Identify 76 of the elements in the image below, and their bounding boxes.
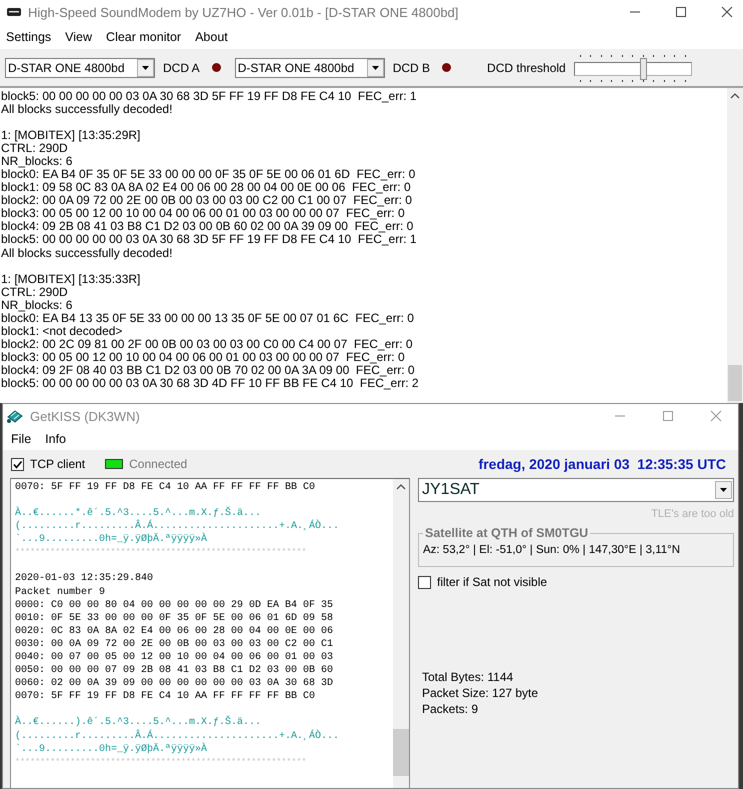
log-line: 0050: 00 00 00 07 09 2B 08 41 03 B8 C1 D2 03 00 0B 60 — [15, 664, 334, 678]
log-line: block0: EA B4 0F 35 0F 5E 33 00 00 00 0F 35 0F 5E 00 06 01 6D FEC_err: 0 — [1, 168, 416, 182]
log-line: 0030: 00 0A 09 72 00 2E 00 0B 00 03 00 03 00 C2 00 C1 — [15, 638, 334, 652]
log-line: NR_blocks: 6 — [1, 155, 72, 168]
log-line: block5: 00 00 00 00 00 03 0A 30 68 3D 5F FF 19 FF D8 FE C4 10 FEC_err: 1 — [1, 90, 417, 104]
log-line: 0070: 5F FF 19 FF D8 FE C4 10 AA FF FF FF FF BB C0 — [15, 481, 316, 494]
check-icon — [13, 460, 22, 468]
vertical-scrollbar[interactable] — [393, 479, 409, 788]
checkbox[interactable] — [418, 576, 431, 588]
log-line: block3: 00 05 00 12 00 10 00 04 00 06 00 01 00 03 00 00 00 07 FEC_err: 0 — [1, 207, 405, 220]
group-title: Satellite at QTH of SM0TGU — [424, 526, 590, 540]
threshold-label: DCD threshold — [487, 60, 566, 74]
log-line: Packet number 9 — [15, 586, 106, 599]
menu-item[interactable]: Info — [45, 432, 66, 446]
maximize-icon[interactable] — [675, 6, 687, 18]
window-title: GetKISS (DK3WN) — [30, 408, 141, 424]
stat-text: Total Bytes: 1144 — [422, 669, 514, 685]
log-line: block2: 00 2C 09 81 00 2F 00 0B 00 03 00 03 00 C0 00 C4 00 07 FEC_err: 0 — [1, 338, 413, 351]
log-line: block0: EA B4 13 35 0F 5E 33 00 00 00 13 35 0F 5E 00 07 01 6C FEC_err: 0 — [1, 312, 414, 325]
tcp-client-label: TCP client — [30, 457, 86, 471]
log-line: 0000: C0 00 00 80 04 00 00 00 00 00 29 0D EA B4 0F 35 — [15, 598, 334, 612]
log-line: block4: 09 2B 08 41 03 B8 C1 D2 03 00 0B 60 02 00 0A 39 09 00 FEC_err: 0 — [1, 220, 414, 234]
log-line: `...9.........0h=_ÿ.ÿØþÄ.ªÿÿÿÿ»À — [15, 742, 208, 756]
menu-item[interactable]: View — [65, 30, 92, 44]
log-line: block4: 09 2F 08 40 03 BB C1 D2 03 00 0B 70 02 00 0A 3A 09 00 FEC_err: 0 — [1, 364, 415, 377]
connection-status: Connected — [129, 457, 188, 471]
log-line: `...9.........0h=_ÿ.ÿØþÄ.ªÿÿÿÿ»À — [15, 533, 208, 546]
filter-label: filter if Sat not visible — [437, 575, 548, 589]
scrollbar-thumb[interactable] — [393, 729, 409, 776]
log-line: 0020: 0C 83 0A 8A 02 E4 00 06 00 28 00 04 00 0E 00 06 — [15, 624, 334, 638]
position-readout: Az: 53,2° | El: -51,0° | Sun: 0% | 147,30°E | 3,11°N — [423, 544, 682, 556]
menu-item[interactable]: Clear monitor — [106, 30, 182, 44]
log-line: (.........r.........Â.Á.....................+.A.¸ÁÒ... — [15, 520, 340, 532]
log-line: block1: 09 58 0C 83 0A 8A 02 E4 00 06 00 28 00 04 00 0E 00 06 FEC_err: 0 — [1, 181, 411, 194]
log-line: 2020-01-03 12:35:29.840 — [15, 572, 154, 586]
window-title: High-Speed SoundModem by UZ7HO - Ver 0.01b - [D-STAR ONE 4800bd] — [28, 4, 460, 20]
log-line: À..€......*.ê´.5.^3....5.^...m.X.ƒ.Š.ä... — [15, 507, 262, 520]
menu-item[interactable]: Settings — [6, 30, 52, 44]
close-icon[interactable] — [721, 6, 733, 18]
log-line: block5: 00 00 00 00 00 03 0A 30 68 3D 4D FF 10 FF BB FE C4 10 FEC_err: 2 — [1, 376, 419, 390]
stat-text: Packets: 9 — [422, 701, 480, 717]
log-line: (.........r.........Â.Á.....................+.A.¸ÁÒ... — [15, 730, 340, 742]
log-line: 0010: 0F 5E 33 00 00 00 0F 35 0F 5E 00 06 01 6D 09 58 — [15, 612, 334, 625]
log-line: CTRL: 290D — [1, 286, 68, 299]
menu-item[interactable]: About — [195, 30, 228, 44]
log-line: 0040: 00 07 00 05 00 12 00 10 00 04 00 06 00 01 00 03 — [15, 651, 334, 664]
log-line: CTRL: 290D — [1, 142, 68, 156]
modem-icon — [6, 7, 22, 17]
log-line: 0060: 02 00 0A 39 09 00 00 00 00 00 00 03 0A 30 68 3D — [15, 677, 334, 690]
log-line: 1: [MOBITEX] [13:35:29R] — [1, 129, 140, 142]
checkbox[interactable] — [11, 458, 24, 470]
scrollbar-thumb[interactable] — [728, 365, 742, 401]
vertical-scrollbar[interactable] — [727, 88, 743, 403]
log-line: block3: 00 05 00 12 00 10 00 04 00 06 00 01 00 03 00 00 00 07 FEC_err: 0 — [1, 350, 405, 364]
satellite-icon — [6, 408, 24, 424]
log-line: À..€......).ê´.5.^3....5.^...m.X.ƒ.Š.ä... — [15, 716, 262, 730]
tle-warning: TLE's are too old — [651, 508, 734, 520]
satellite-dropdown[interactable]: JY1SAT — [418, 478, 734, 502]
dcd-label: DCD A — [163, 60, 200, 74]
log-line: 1: [MOBITEX] [13:35:33R] — [1, 272, 140, 286]
log-line: 0070: 5F FF 19 FF D8 FE C4 10 AA FF FF FF FF BB C0 — [15, 690, 316, 704]
log-line: ********************************************************** — [15, 546, 306, 560]
mode-dropdown[interactable]: D-STAR ONE 4800bd — [5, 58, 155, 78]
log-line: All blocks successfully decoded! — [1, 246, 172, 260]
menu-item[interactable]: File — [11, 432, 32, 446]
log-line: NR_blocks: 6 — [1, 298, 72, 312]
log-line: All blocks successfully decoded! — [1, 103, 172, 116]
dcd-label: DCD B — [392, 60, 430, 74]
slider-thumb[interactable] — [640, 58, 648, 80]
log-line: block2: 00 0A 09 72 00 2E 00 0B 00 03 00 03 00 C2 00 C1 00 07 FEC_err: 0 — [1, 194, 412, 208]
stat-text: Packet Size: 127 byte — [422, 685, 540, 701]
log-line: block1: <not decoded> — [1, 324, 122, 338]
log-line: ********************************************************** — [15, 756, 306, 769]
date-time: fredag, 2020 januari 03 12:35:35 UTC — [478, 456, 727, 472]
log-line: block5: 00 00 00 00 00 03 0A 30 68 3D 5F FF 19 FF D8 FE C4 10 FEC_err: 1 — [1, 233, 417, 247]
mode-dropdown[interactable]: D-STAR ONE 4800bd — [234, 58, 385, 78]
